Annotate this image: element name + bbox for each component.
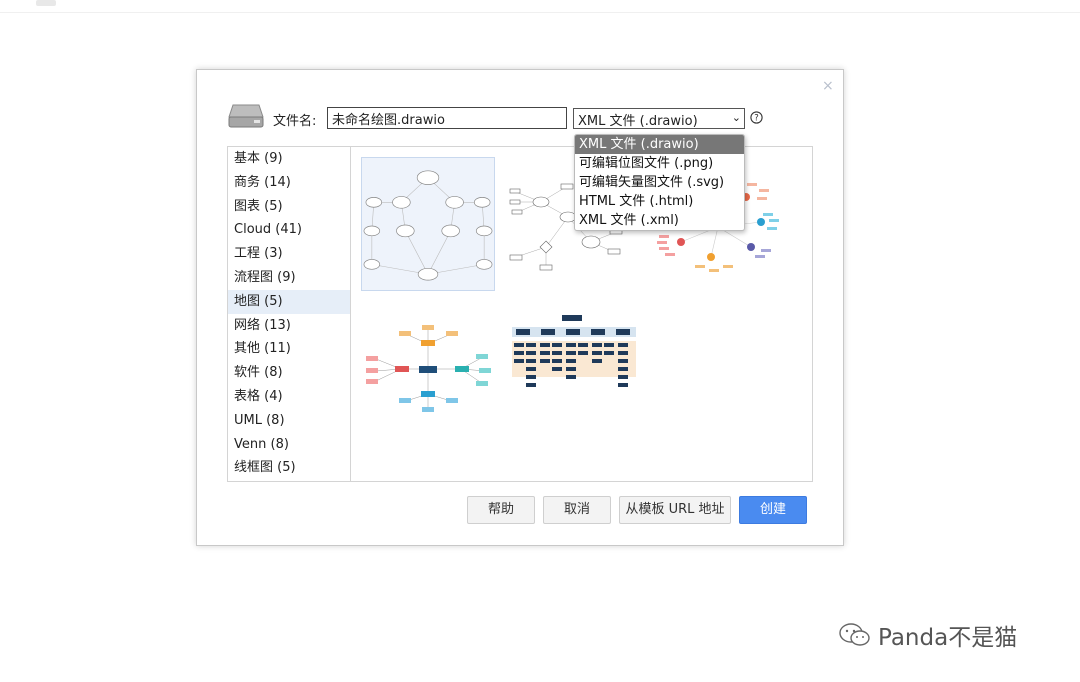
template-thumbnail[interactable] (361, 309, 495, 443)
format-option[interactable]: XML 文件 (.xml) (575, 211, 744, 230)
category-item[interactable]: 网络 (13) (228, 314, 350, 338)
from-template-url-button[interactable]: 从模板 URL 地址 (619, 496, 731, 524)
format-select[interactable]: XML 文件 (.drawio) ⌄ (573, 108, 745, 129)
category-item[interactable]: 图表 (5) (228, 195, 350, 219)
category-item[interactable]: 基本 (9) (228, 147, 350, 171)
filename-input[interactable] (327, 107, 567, 129)
toolbar-placeholder (36, 0, 56, 6)
format-dropdown-list: XML 文件 (.drawio) 可编辑位图文件 (.png) 可编辑矢量图文件… (574, 134, 745, 231)
category-item[interactable]: 软件 (8) (228, 361, 350, 385)
colored-mindmap-thumbnail (366, 325, 491, 412)
svg-text:?: ? (754, 114, 759, 124)
category-item[interactable]: 表格 (4) (228, 385, 350, 409)
top-bar (0, 0, 1080, 13)
mindmap-ellipse-thumbnail (363, 170, 493, 281)
format-option[interactable]: HTML 文件 (.html) (575, 192, 744, 211)
filename-label: 文件名: (273, 114, 317, 129)
create-button[interactable]: 创建 (739, 496, 807, 524)
category-item[interactable]: 其他 (11) (228, 337, 350, 361)
chevron-down-icon: ⌄ (731, 111, 741, 124)
category-item-active[interactable]: 地图 (5) (228, 289, 350, 314)
category-item[interactable]: UML (8) (228, 409, 350, 433)
question-circle-icon[interactable]: ? (750, 111, 763, 124)
watermark: Panda不是猫 (838, 620, 1018, 651)
org-chart-thumbnail (512, 315, 636, 387)
cancel-button[interactable]: 取消 (543, 496, 611, 524)
hard-drive-icon (228, 104, 264, 128)
category-item[interactable]: Venn (8) (228, 433, 350, 457)
close-icon[interactable]: × (822, 79, 834, 93)
template-thumbnail[interactable] (361, 157, 495, 291)
help-button[interactable]: 帮助 (467, 496, 535, 524)
format-option[interactable]: 可编辑矢量图文件 (.svg) (575, 173, 744, 192)
category-item[interactable]: 线框图 (5) (228, 456, 350, 480)
category-list: 基本 (9) 商务 (14) 图表 (5) Cloud (41) 工程 (3) … (227, 146, 350, 482)
category-item[interactable]: 工程 (3) (228, 242, 350, 266)
new-diagram-dialog: × 文件名: XML 文件 (.drawio) ⌄ ? XML 文件 (.dra… (196, 69, 844, 546)
watermark-text: Panda不是猫 (878, 625, 1018, 651)
template-thumbnail[interactable] (506, 309, 640, 443)
category-item[interactable]: 商务 (14) (228, 171, 350, 195)
category-item[interactable]: Cloud (41) (228, 218, 350, 242)
category-item[interactable]: 流程图 (9) (228, 266, 350, 290)
format-option[interactable]: 可编辑位图文件 (.png) (575, 154, 744, 173)
wechat-icon (839, 623, 870, 646)
format-select-value: XML 文件 (.drawio) (578, 114, 698, 129)
format-option[interactable]: XML 文件 (.drawio) (575, 135, 744, 154)
